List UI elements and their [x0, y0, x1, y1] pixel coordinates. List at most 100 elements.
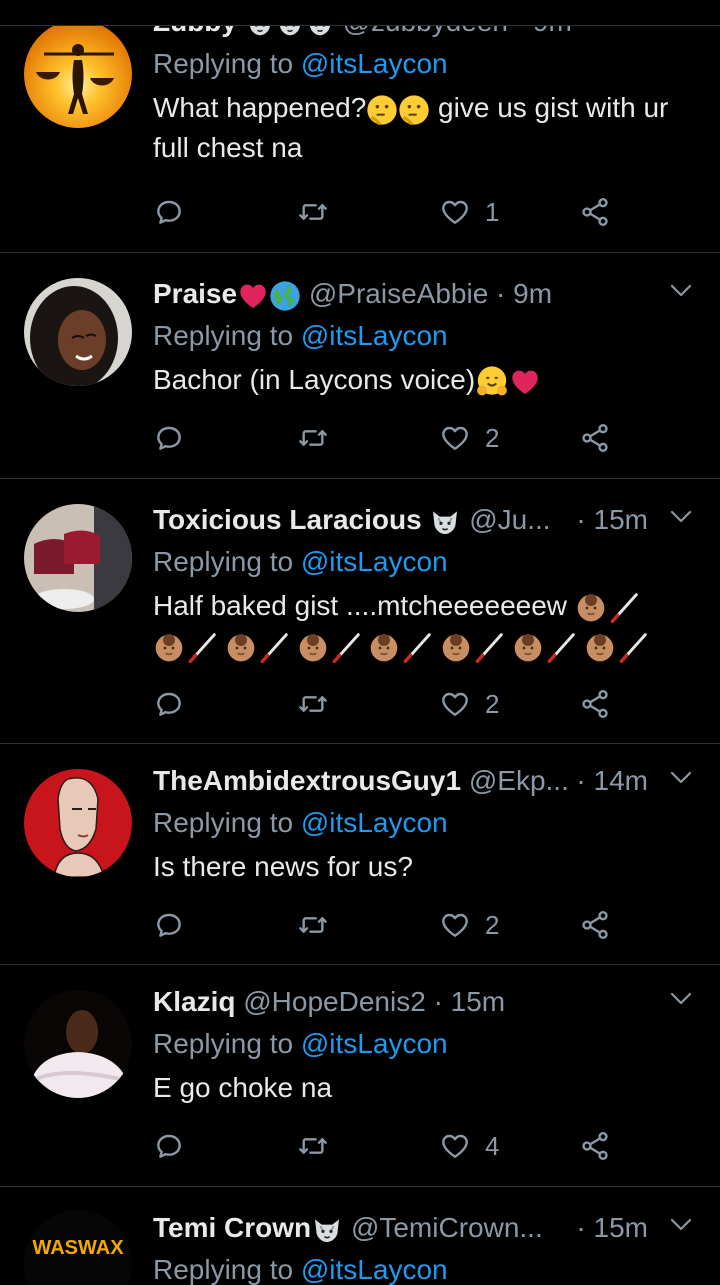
share-icon	[579, 909, 611, 941]
reply-button[interactable]	[153, 192, 185, 232]
timestamp[interactable]: · 15m	[576, 1206, 648, 1250]
share-icon	[579, 422, 611, 454]
thinking-face-icon	[398, 94, 430, 126]
tweet-text: Is there news for us?	[153, 851, 413, 882]
red-heart-icon	[237, 280, 269, 312]
red-heart-icon	[509, 366, 541, 398]
replying-to: Replying to @itsLaycon	[153, 546, 448, 577]
chevron-down-icon[interactable]	[670, 284, 692, 298]
reply-button[interactable]	[153, 1126, 185, 1166]
replying-to: Replying to @itsLaycon	[153, 1254, 448, 1285]
reply-button[interactable]	[153, 684, 185, 724]
author-handle[interactable]: @HopeDenis2	[243, 986, 426, 1017]
person-with-cane-icon	[368, 632, 400, 664]
person-with-cane-icon	[575, 592, 607, 624]
dog-emoji-icon	[311, 1214, 343, 1246]
like-count: 2	[485, 688, 500, 719]
retweet-icon	[297, 196, 329, 228]
tweet-text: Half baked gist ....mtcheeeeeeew	[153, 586, 700, 666]
chevron-down-icon[interactable]	[670, 771, 692, 785]
share-icon	[579, 688, 611, 720]
tweet-toxicious[interactable]: Toxicious Laracious @Ju... · 15m Replyin…	[0, 478, 720, 744]
avatar-temi-crown[interactable]: WASWAX	[24, 1210, 132, 1285]
white-cane-icon	[472, 632, 504, 664]
author-name[interactable]: Klaziq	[153, 986, 235, 1017]
timestamp[interactable]: · 14m	[576, 759, 648, 803]
like-count: 2	[485, 422, 500, 453]
heart-icon	[439, 196, 471, 228]
reply-button[interactable]	[153, 905, 185, 945]
share-button[interactable]	[579, 418, 611, 458]
tweet-text: E go choke na	[153, 1072, 333, 1103]
like-count: 2	[485, 909, 500, 940]
like-count: 4	[485, 1130, 500, 1161]
mention-link[interactable]: @itsLaycon	[301, 1028, 448, 1059]
tweet-actions: 1	[153, 192, 633, 232]
retweet-button[interactable]	[297, 418, 329, 458]
reply-icon	[153, 688, 185, 720]
white-cane-icon	[616, 632, 648, 664]
author-name[interactable]: Toxicious Laracious	[153, 504, 422, 535]
white-cane-icon	[257, 632, 289, 664]
timestamp[interactable]: · 9m	[496, 278, 552, 309]
reply-button[interactable]	[153, 418, 185, 458]
share-button[interactable]	[579, 684, 611, 724]
tweet-actions: 4	[153, 1126, 633, 1166]
like-button[interactable]: 1	[439, 192, 499, 232]
avatar-logo-text: WASWAX	[32, 1237, 124, 1259]
chevron-down-icon[interactable]	[670, 1218, 692, 1232]
like-button[interactable]: 2	[439, 684, 499, 724]
author-name[interactable]: Temi Crown	[153, 1212, 311, 1243]
retweet-button[interactable]	[297, 684, 329, 724]
author-handle[interactable]: @Ekp...	[469, 765, 569, 796]
mention-link[interactable]: @itsLaycon	[301, 1254, 448, 1285]
avatar-toxicious[interactable]	[24, 504, 132, 612]
like-button[interactable]: 4	[439, 1126, 499, 1166]
share-button[interactable]	[579, 192, 611, 232]
white-cane-icon	[400, 632, 432, 664]
avatar-zubby[interactable]	[24, 20, 132, 128]
author-handle[interactable]: @Ju...	[469, 504, 550, 535]
chevron-down-icon[interactable]	[670, 510, 692, 524]
mention-link[interactable]: @itsLaycon	[301, 48, 448, 79]
mention-link[interactable]: @itsLaycon	[301, 807, 448, 838]
tweet-praise[interactable]: Praise @PraiseAbbie · 9m Replying to @it…	[0, 252, 720, 479]
timestamp[interactable]: · 15m	[434, 986, 506, 1017]
share-button[interactable]	[579, 1126, 611, 1166]
tweet-ambidextrous[interactable]: TheAmbidextrousGuy1 @Ekp... · 14m Replyi…	[0, 743, 720, 965]
reply-icon	[153, 422, 185, 454]
mention-link[interactable]: @itsLaycon	[301, 320, 448, 351]
like-button[interactable]: 2	[439, 418, 499, 458]
tweet-temi-crown[interactable]: WASWAX Temi Crown @TemiCrown... · 15m Re…	[0, 1186, 720, 1285]
white-cane-icon	[185, 632, 217, 664]
chevron-down-icon[interactable]	[670, 992, 692, 1006]
avatar-ambidextrous[interactable]	[24, 769, 132, 877]
timestamp[interactable]: · 15m	[576, 498, 648, 542]
avatar-praise[interactable]	[24, 278, 132, 386]
hugging-face-icon	[475, 365, 509, 399]
reply-icon	[153, 196, 185, 228]
retweet-button[interactable]	[297, 905, 329, 945]
author-handle[interactable]: @PraiseAbbie	[309, 278, 488, 309]
retweet-icon	[297, 909, 329, 941]
tweet-zubby[interactable]: Zubby @zubbydeen · 9m Replying to @itsLa…	[0, 0, 720, 253]
retweet-icon	[297, 688, 329, 720]
retweet-button[interactable]	[297, 192, 329, 232]
heart-icon	[439, 909, 471, 941]
like-button[interactable]: 2	[439, 905, 499, 945]
tweet-actions: 2	[153, 905, 633, 945]
author-handle[interactable]: @TemiCrown...	[351, 1212, 543, 1243]
mention-link[interactable]: @itsLaycon	[301, 546, 448, 577]
retweet-button[interactable]	[297, 1126, 329, 1166]
author-name[interactable]: Praise	[153, 278, 237, 309]
author-name[interactable]: TheAmbidextrousGuy1	[153, 765, 461, 796]
person-with-cane-icon	[512, 632, 544, 664]
person-with-cane-icon	[584, 632, 616, 664]
replying-to: Replying to @itsLaycon	[153, 320, 448, 351]
tweet-actions: 2	[153, 418, 633, 458]
share-button[interactable]	[579, 905, 611, 945]
tweet-klaziq[interactable]: Klaziq @HopeDenis2 · 15m Replying to @it…	[0, 964, 720, 1187]
reply-icon	[153, 909, 185, 941]
avatar-klaziq[interactable]	[24, 990, 132, 1098]
replying-to: Replying to @itsLaycon	[153, 1028, 448, 1059]
